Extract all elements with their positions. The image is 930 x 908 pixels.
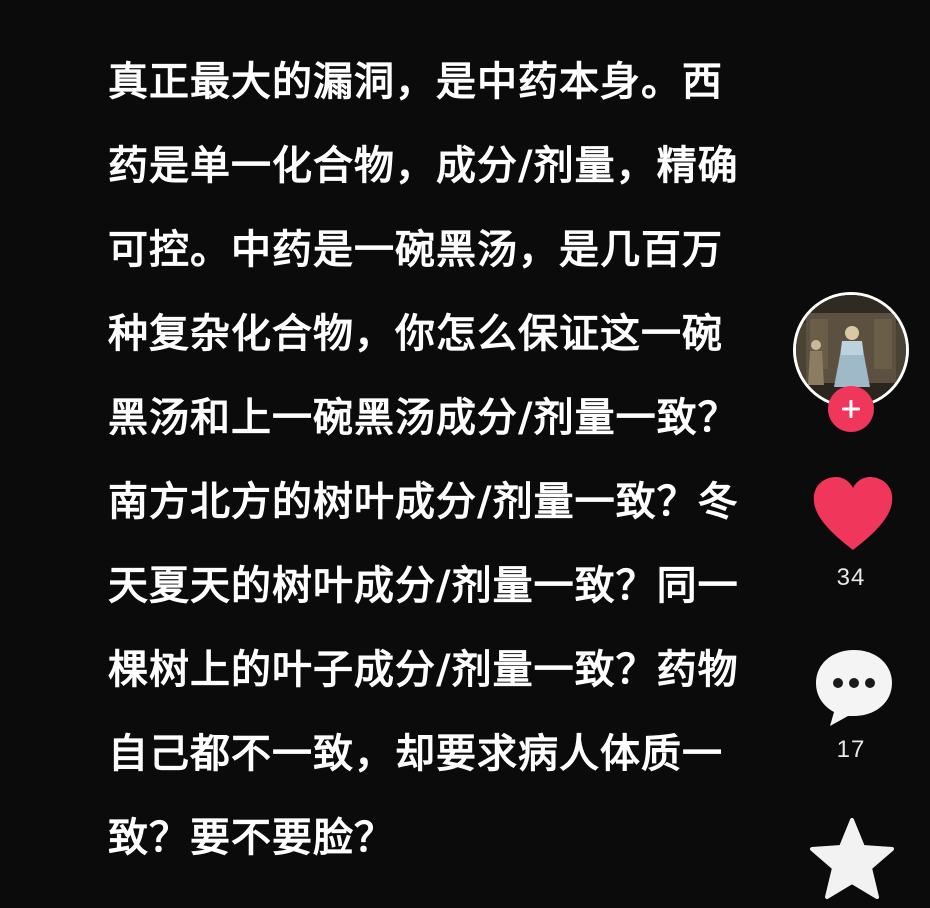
favorite-button[interactable] <box>808 816 896 902</box>
comment-button[interactable] <box>812 646 896 728</box>
post-text-line: 南方北方的树叶成分/剂量一致？冬 <box>108 479 739 525</box>
post-text-line: 黑汤和上一碗黑汤成分/剂量一致？ <box>108 395 739 441</box>
like-button[interactable] <box>810 474 896 554</box>
follow-button[interactable] <box>828 386 874 432</box>
post-text-line: 致？要不要脸？ <box>108 815 395 861</box>
comment-count: 17 <box>836 736 866 763</box>
post-text: 真正最大的漏洞，是中药本身。西 药是单一化合物，成分/剂量，精确 可控。中药是一… <box>108 40 848 880</box>
post-text-line: 种复杂化合物，你怎么保证这一碗 <box>108 311 723 357</box>
post-text-line: 天夏天的树叶成分/剂量一致？同一 <box>108 563 739 609</box>
comment-bubble-icon <box>816 650 892 726</box>
like-count: 34 <box>836 564 866 591</box>
post-screen: 真正最大的漏洞，是中药本身。西 药是单一化合物，成分/剂量，精确 可控。中药是一… <box>0 0 930 908</box>
post-text-line: 可控。中药是一碗黑汤，是几百万 <box>108 227 723 273</box>
post-text-line: 自己都不一致，却要求病人体质一 <box>108 731 723 777</box>
post-text-line: 真正最大的漏洞，是中药本身。西 <box>108 59 723 105</box>
post-text-line: 棵树上的叶子成分/剂量一致？药物 <box>108 647 739 693</box>
star-icon <box>810 818 894 899</box>
post-text-line: 药是单一化合物，成分/剂量，精确 <box>108 143 739 189</box>
heart-icon <box>813 477 893 550</box>
plus-icon <box>842 400 860 418</box>
